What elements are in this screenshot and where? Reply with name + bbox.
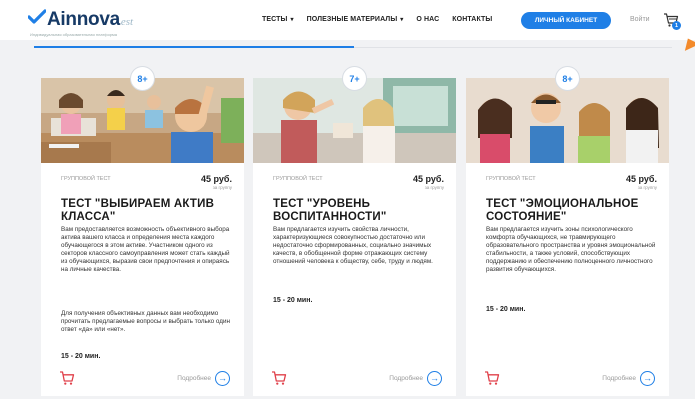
test-type-label: ГРУППОВОЙ ТЕСТ <box>61 176 111 182</box>
chevron-down-icon: ▾ <box>290 17 294 23</box>
test-title[interactable]: ТЕСТ "ВЫБИРАЕМ АКТИВ КЛАССА" <box>61 198 236 223</box>
add-to-cart-icon[interactable] <box>59 370 75 386</box>
nav-item-label: О НАС <box>416 16 440 23</box>
add-to-cart-icon[interactable] <box>484 370 500 386</box>
test-title[interactable]: ТЕСТ "УРОВЕНЬ ВОСПИТАННОСТИ" <box>273 198 448 223</box>
more-link-label: Подробнее <box>389 375 423 382</box>
site-header: Ainnova est Индивидуальная образовательн… <box>0 0 695 40</box>
more-link[interactable]: Подробнее → <box>602 371 655 386</box>
nav-item-contacts[interactable]: КОНТАКТЫ <box>452 16 492 23</box>
arrow-right-icon: → <box>215 371 230 386</box>
test-price: 45 руб. <box>626 174 657 184</box>
arrow-right-icon: → <box>640 371 655 386</box>
more-link[interactable]: Подробнее → <box>389 371 442 386</box>
brand-name: Ainnova <box>47 9 120 30</box>
test-price-unit: за группу <box>424 185 444 190</box>
test-type-label: ГРУППОВОЙ ТЕСТ <box>273 176 323 182</box>
test-duration: 15 - 20 мин. <box>486 306 526 313</box>
add-to-cart-icon[interactable] <box>271 370 287 386</box>
section-divider <box>354 46 672 48</box>
more-link-label: Подробнее <box>177 375 211 382</box>
brand-logo[interactable]: Ainnova est <box>28 9 133 31</box>
more-link-label: Подробнее <box>602 375 636 382</box>
section-divider-active <box>34 46 354 48</box>
nav-item-materials[interactable]: ПОЛЕЗНЫЕ МАТЕРИАЛЫ ▾ <box>307 16 404 23</box>
login-link[interactable]: Войти <box>630 16 650 23</box>
brand-suffix: est <box>120 16 134 28</box>
brand-tagline: Индивидуальная образовательная платформа <box>30 32 117 37</box>
test-card[interactable]: 7+ ГРУППОВОЙ ТЕСТ 45 руб. за группу ТЕСТ… <box>253 66 456 396</box>
personal-cabinet-button[interactable]: ЛИЧНЫЙ КАБИНЕТ <box>521 12 611 29</box>
age-badge: 7+ <box>342 66 367 91</box>
test-price-unit: за группу <box>212 185 232 190</box>
cart-count-badge: 1 <box>672 21 681 30</box>
chevron-down-icon: ▾ <box>400 17 404 23</box>
test-price: 45 руб. <box>201 174 232 184</box>
age-badge: 8+ <box>130 66 155 91</box>
nav-item-tests[interactable]: ТЕСТЫ ▾ <box>262 16 294 23</box>
test-description: Вам предлагается изучить зоны психологич… <box>486 226 656 273</box>
checkmark-logo-icon <box>28 9 46 25</box>
arrow-right-icon: → <box>427 371 442 386</box>
test-title[interactable]: ТЕСТ "ЭМОЦИОНАЛЬНОЕ СОСТОЯНИЕ" <box>486 198 661 223</box>
test-type-label: ГРУППОВОЙ ТЕСТ <box>486 176 536 182</box>
main-nav: ТЕСТЫ ▾ ПОЛЕЗНЫЕ МАТЕРИАЛЫ ▾ О НАС КОНТА… <box>262 16 505 23</box>
test-description-extra: Для получения объективных данных вам нео… <box>61 310 230 333</box>
test-card[interactable]: 8+ ГРУППОВОЙ ТЕСТ 45 руб. за группу ТЕСТ… <box>466 66 669 396</box>
test-price: 45 руб. <box>413 174 444 184</box>
test-price-unit: за группу <box>637 185 657 190</box>
test-description: Вам предоставляется возможность объектив… <box>61 226 230 273</box>
more-link[interactable]: Подробнее → <box>177 371 230 386</box>
nav-item-label: ТЕСТЫ <box>262 16 288 23</box>
test-duration: 15 - 20 мин. <box>273 297 313 304</box>
test-duration: 15 - 20 мин. <box>61 353 101 360</box>
nav-item-label: ПОЛЕЗНЫЕ МАТЕРИАЛЫ <box>306 16 398 23</box>
nav-item-label: КОНТАКТЫ <box>452 16 493 23</box>
test-description: Вам предлагается изучить свойства личнос… <box>273 226 433 265</box>
age-badge: 8+ <box>555 66 580 91</box>
test-card[interactable]: 8+ ГРУППОВОЙ ТЕСТ 45 руб. за группу ТЕСТ… <box>41 66 244 396</box>
nav-item-about[interactable]: О НАС <box>416 16 439 23</box>
